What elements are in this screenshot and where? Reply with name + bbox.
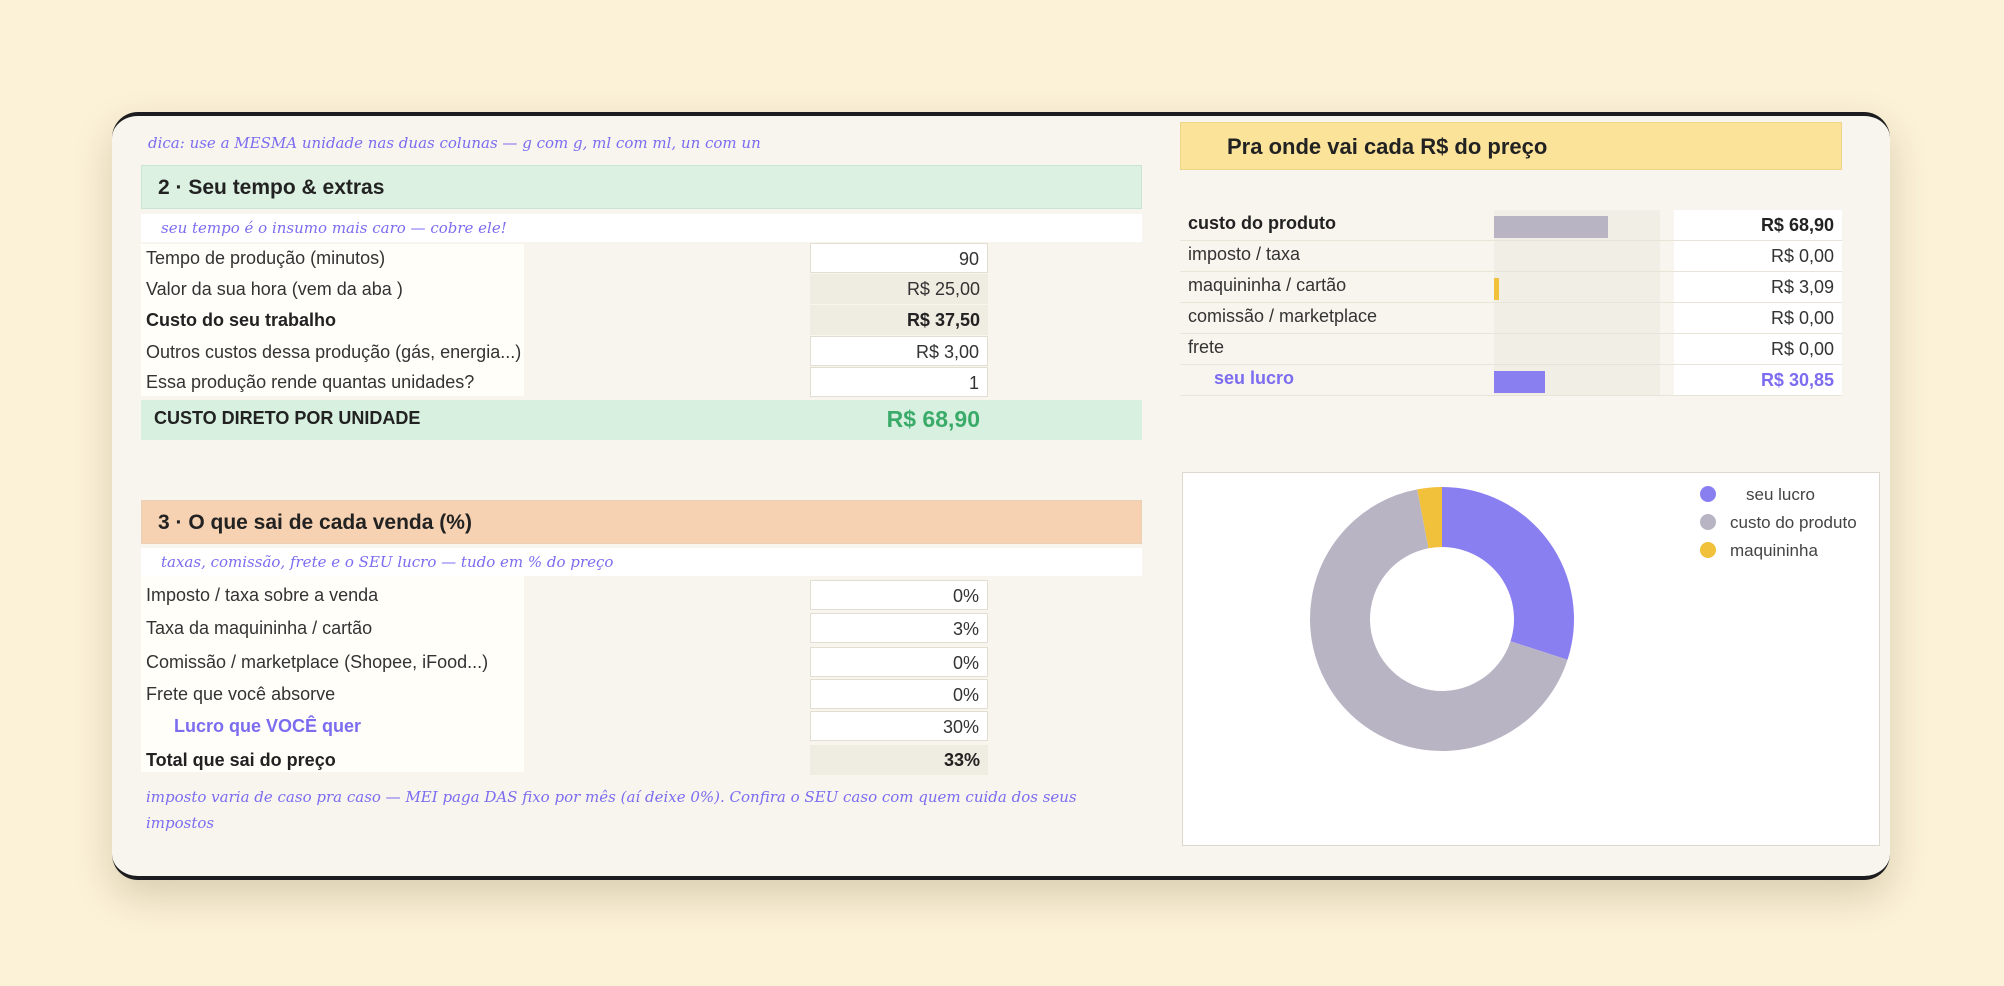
- yield-units-input[interactable]: 1: [810, 367, 988, 397]
- breakdown-value: R$ 0,00: [1674, 303, 1842, 333]
- direct-cost-value: R$ 68,90: [886, 406, 980, 432]
- direct-cost-label: CUSTO DIRETO POR UNIDADE: [154, 408, 421, 428]
- spreadsheet-card: dica: use a MESMA unidade nas duas colun…: [112, 112, 1890, 880]
- price-donut-chart: seu lucro custo do produto maquininha: [1182, 472, 1880, 846]
- legend-item: custo do produto: [1700, 513, 1857, 533]
- breakdown-bar-track: [1494, 365, 1660, 395]
- breakdown-row-imposto: imposto / taxa R$ 0,00: [1180, 241, 1842, 272]
- commission-label: Comissão / marketplace (Shopee, iFood...…: [146, 652, 489, 672]
- yield-units-label: Essa produção rende quantas unidades?: [146, 372, 475, 392]
- legend-item: seu lucro: [1700, 485, 1815, 505]
- card-fee-label: Taxa da maquininha / cartão: [146, 618, 373, 638]
- legend-swatch: [1700, 542, 1716, 558]
- breakdown-value: R$ 0,00: [1674, 334, 1842, 364]
- breakdown-bar-track: [1494, 303, 1660, 333]
- breakdown-row-maquininha: maquininha / cartão R$ 3,09: [1180, 272, 1842, 303]
- production-time-input[interactable]: 90: [810, 243, 988, 273]
- units-tip: dica: use a MESMA unidade nas duas colun…: [148, 134, 761, 152]
- profit-label: Lucro que VOCÊ quer: [174, 716, 362, 736]
- breakdown-value: R$ 68,90: [1674, 210, 1842, 240]
- breakdown-row-frete: frete R$ 0,00: [1180, 334, 1842, 365]
- section-3-subtitle: taxas, comissão, frete e o SEU lucro — t…: [141, 548, 1142, 576]
- legend-swatch: [1700, 486, 1716, 502]
- section-3-header: 3 · O que sai de cada venda (%): [141, 500, 1142, 544]
- breakdown-bar-lucro: [1494, 371, 1545, 393]
- commission-input[interactable]: 0%: [810, 647, 988, 677]
- breakdown-label: imposto / taxa: [1188, 244, 1301, 264]
- labor-cost-cell: R$ 37,50: [810, 305, 988, 335]
- legend-label: maquininha: [1730, 541, 1818, 560]
- hour-value-label: Valor da sua hora (vem da aba ): [146, 279, 403, 299]
- shipping-label: Frete que você absorve: [146, 684, 336, 704]
- breakdown-label: seu lucro: [1214, 368, 1295, 388]
- breakdown-label: custo do produto: [1188, 213, 1336, 233]
- breakdown-label: comissão / marketplace: [1188, 306, 1378, 326]
- breakdown-value: R$ 3,09: [1674, 272, 1842, 302]
- breakdown-row-comissao: comissão / marketplace R$ 0,00: [1180, 303, 1842, 334]
- legend-label: seu lucro: [1746, 485, 1815, 504]
- legend-swatch: [1700, 514, 1716, 530]
- shipping-input[interactable]: 0%: [810, 679, 988, 709]
- card-fee-input[interactable]: 3%: [810, 613, 988, 643]
- breakdown-bar-custo: [1494, 216, 1608, 238]
- tax-label: Imposto / taxa sobre a venda: [146, 585, 379, 605]
- section-2-header: 2 · Seu tempo & extras: [141, 165, 1142, 209]
- donut-slice-seu-lucro: [1442, 487, 1574, 660]
- breakdown-bar-track: [1494, 272, 1660, 302]
- labor-cost-label: Custo do seu trabalho: [146, 310, 337, 330]
- total-out-cell: 33%: [810, 745, 988, 775]
- other-costs-label: Outros custos dessa produção (gás, energ…: [146, 342, 522, 362]
- breakdown-label: maquininha / cartão: [1188, 275, 1347, 295]
- production-time-label: Tempo de produção (minutos): [146, 248, 386, 268]
- breakdown-bar-track: [1494, 334, 1660, 364]
- breakdown-row-custo: custo do produto R$ 68,90: [1180, 210, 1842, 241]
- tax-input[interactable]: 0%: [810, 580, 988, 610]
- breakdown-value: R$ 30,85: [1674, 365, 1842, 395]
- hour-value-cell: R$ 25,00: [810, 274, 988, 304]
- breakdown-label: frete: [1188, 337, 1225, 357]
- breakdown-value: R$ 0,00: [1674, 241, 1842, 271]
- legend-item: maquininha: [1700, 541, 1818, 561]
- tax-note: imposto varia de caso pra caso — MEI pag…: [146, 788, 1077, 832]
- total-out-label: Total que sai do preço: [146, 750, 336, 770]
- breakdown-header: Pra onde vai cada R$ do preço: [1180, 122, 1842, 170]
- section-2-subtitle: seu tempo é o insumo mais caro — cobre e…: [141, 214, 1142, 242]
- other-costs-input[interactable]: R$ 3,00: [810, 336, 988, 366]
- breakdown-bar-track: [1494, 241, 1660, 271]
- profit-input[interactable]: 30%: [810, 711, 988, 741]
- legend-label: custo do produto: [1730, 513, 1857, 532]
- breakdown-bar-maquininha: [1494, 278, 1499, 300]
- breakdown-row-lucro: seu lucro R$ 30,85: [1180, 365, 1842, 396]
- breakdown-bar-track: [1494, 210, 1660, 240]
